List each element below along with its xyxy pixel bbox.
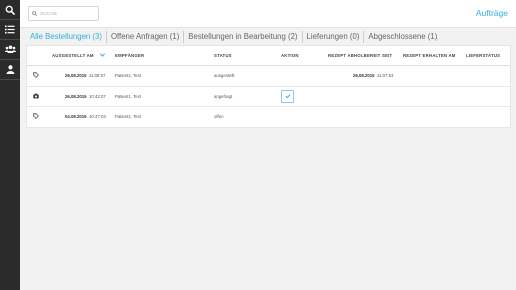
- issued-date: 26.08.2015: [65, 93, 87, 99]
- column-header-delivery-status[interactable]: LIEFERSTATUS: [466, 53, 500, 58]
- recipient-name: Patient1, Test: [115, 114, 141, 119]
- search-box[interactable]: [28, 6, 99, 21]
- issued-time: 10:47:04: [89, 114, 106, 119]
- table-header: AUSGESTELLT AM EMPFÄNGER STATUS AKTION R…: [27, 46, 510, 66]
- tab-completed[interactable]: Abgeschlossene (1): [364, 31, 441, 43]
- camera-icon: [33, 93, 39, 98]
- tag-icon: [33, 72, 39, 78]
- order-status: ausgestellt: [214, 73, 235, 78]
- tab-bar: Alle Bestellungen (3) Offene Anfragen (1…: [26, 30, 441, 44]
- issued-time: 11:08:57: [89, 73, 106, 78]
- tab-open-requests[interactable]: Offene Anfragen (1): [107, 31, 183, 43]
- orders-table: AUSGESTELLT AM EMPFÄNGER STATUS AKTION R…: [26, 45, 511, 128]
- column-header-action: AKTION: [281, 53, 299, 58]
- sidebar: [0, 0, 20, 290]
- column-header-status[interactable]: STATUS: [214, 53, 232, 58]
- column-header-received-on[interactable]: REZEPT ERHALTEN AM: [403, 53, 456, 58]
- users-icon: [4, 45, 16, 53]
- tab-all-orders[interactable]: Alle Bestellungen (3): [26, 31, 106, 43]
- sidebar-search-button[interactable]: [0, 0, 20, 20]
- table-row[interactable]: 26.08.2015 11:08:57 Patient1, Test ausge…: [27, 66, 510, 87]
- search-icon: [5, 5, 15, 15]
- issued-time: 10:42:07: [89, 93, 106, 99]
- list-icon: [5, 25, 15, 34]
- ready-since-date: 26.08.2015: [353, 73, 375, 78]
- top-bar: Aufträge: [20, 0, 516, 28]
- tab-orders-in-progress[interactable]: Bestellungen in Bearbeitung (2): [184, 31, 301, 43]
- user-icon: [6, 65, 14, 74]
- tag-icon: [33, 113, 39, 119]
- table-row[interactable]: 26.08.2015 10:42:07 Patient1, Test angef…: [27, 87, 510, 107]
- order-status: offen: [214, 114, 224, 119]
- order-status: angefragt: [214, 93, 233, 99]
- ready-since-time: 11:07:53: [377, 73, 394, 78]
- column-header-recipient[interactable]: EMPFÄNGER: [115, 53, 144, 58]
- issued-date: 26.08.2015: [65, 73, 87, 78]
- sidebar-divider: [0, 79, 20, 80]
- sidebar-profile-button[interactable]: [0, 60, 20, 79]
- column-header-ready-since[interactable]: REZEPT ABHOLBEREIT SEIT: [328, 53, 392, 58]
- tab-deliveries[interactable]: Lieferungen (0): [303, 31, 364, 43]
- sidebar-patients-button[interactable]: [0, 40, 20, 59]
- recipient-name: Patient1, Test: [115, 73, 141, 78]
- page-title: Aufträge: [475, 8, 508, 18]
- recipient-name: Patient1, Test: [115, 93, 141, 99]
- confirm-order-button[interactable]: [281, 89, 294, 103]
- sidebar-orders-button[interactable]: [0, 20, 20, 39]
- sort-desc-icon[interactable]: [100, 53, 105, 57]
- issued-date: 04.08.2015: [65, 114, 87, 119]
- table-row[interactable]: 04.08.2015 10:47:04 Patient1, Test offen: [27, 107, 510, 127]
- search-input[interactable]: [37, 11, 92, 16]
- check-icon: [285, 94, 291, 99]
- column-header-issued[interactable]: AUSGESTELLT AM: [52, 53, 94, 58]
